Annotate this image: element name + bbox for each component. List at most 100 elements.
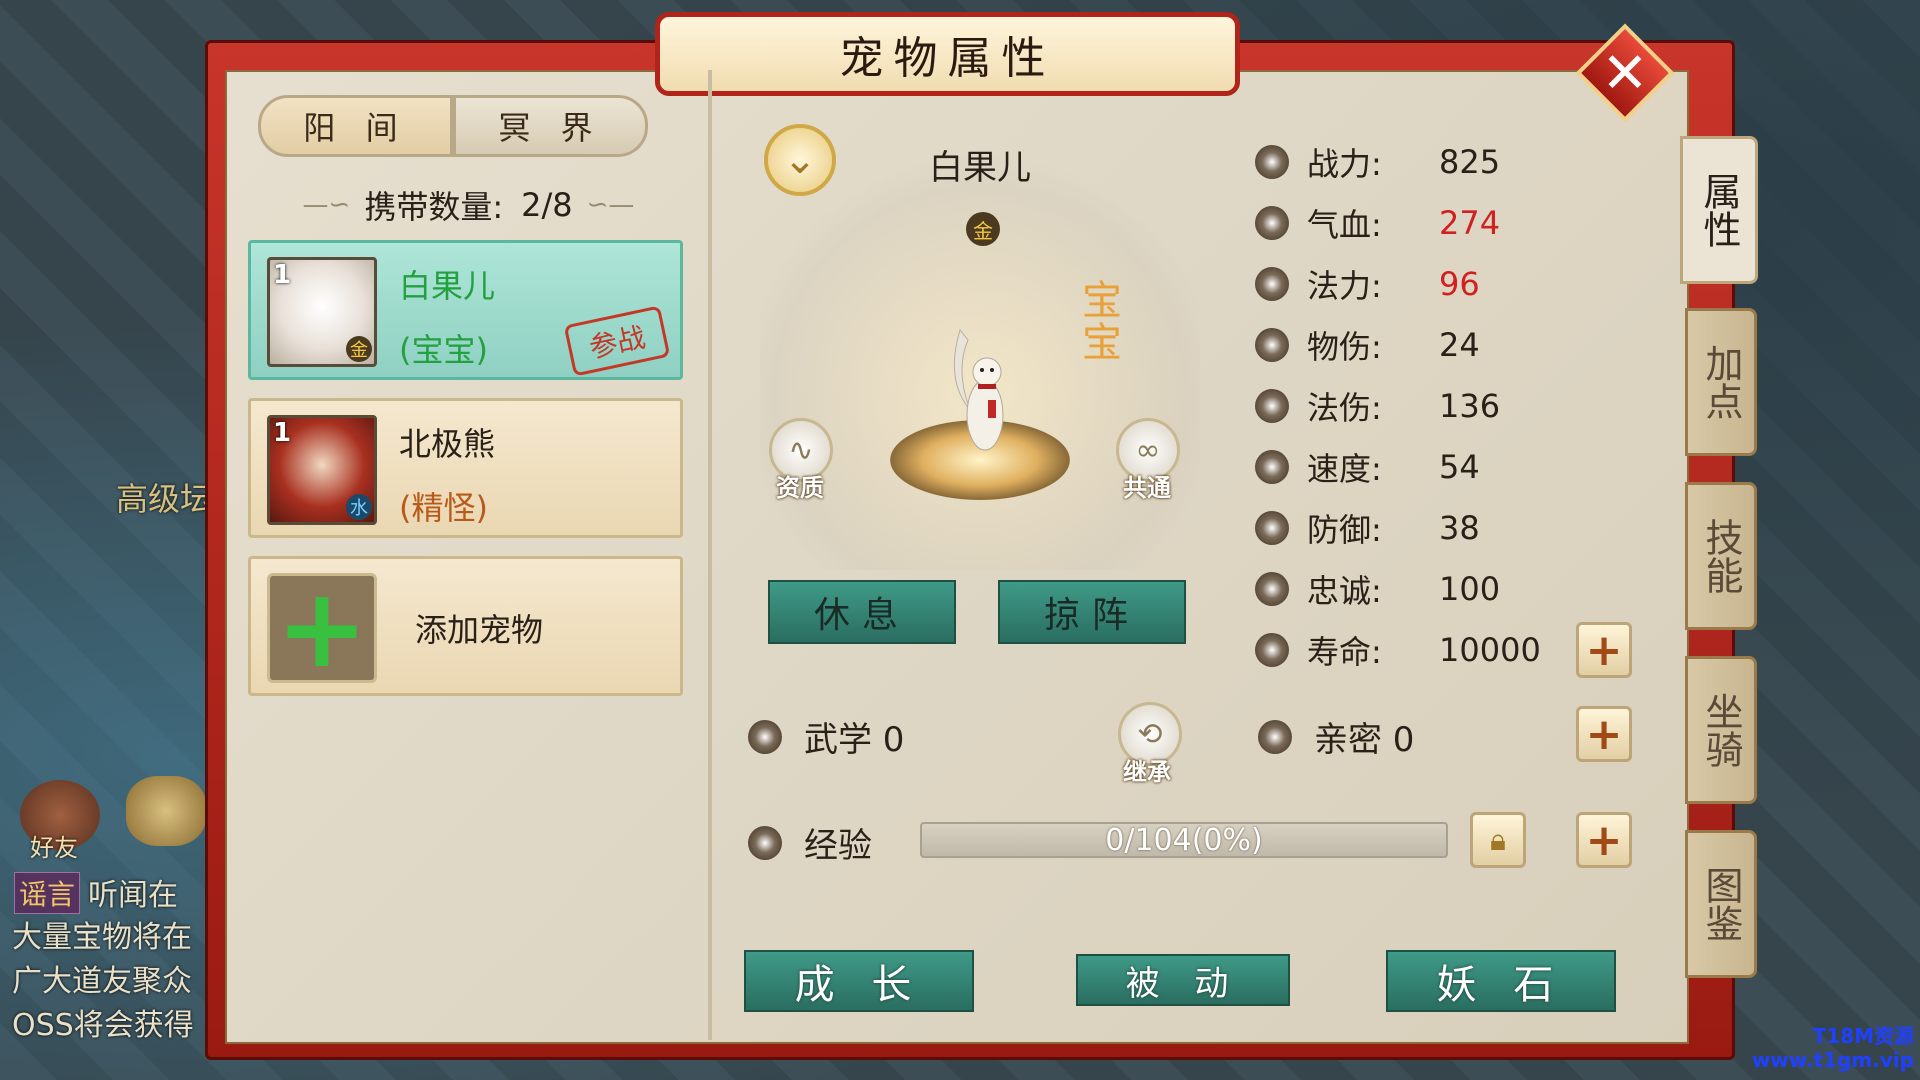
side-tab-label: 属性 [1697, 172, 1741, 248]
chevron-down-icon: ⌄ [783, 137, 817, 183]
physical-attack-icon [1255, 328, 1289, 362]
martial-row: 武学 0 [748, 712, 904, 761]
side-tab-label: 坐骑 [1699, 692, 1743, 768]
side-tab-attributes[interactable]: 属性 [1680, 136, 1758, 284]
power-icon [1255, 145, 1289, 179]
friend-label: 好友 [30, 834, 78, 862]
speed-icon [1255, 450, 1289, 484]
close-icon: ✕ [1601, 40, 1649, 106]
add-plus-icon: + [267, 573, 377, 683]
world-location-text: 高级坛 [116, 480, 213, 518]
ornament-right-icon: ∽— [586, 190, 635, 220]
chat-channel-tag: 谣言 [14, 872, 81, 914]
side-tab-handbook[interactable]: 图鉴 [1685, 830, 1757, 978]
chat-line: 听闻在 [88, 878, 178, 913]
stat-label: 防御: [1307, 511, 1382, 549]
side-tab-mount[interactable]: 坐骑 [1685, 656, 1757, 804]
watermark-line-1: T18M资源 [1812, 1024, 1914, 1048]
selected-pet-name: 白果儿 [929, 148, 1031, 188]
side-tab-skills[interactable]: 技能 [1685, 482, 1757, 630]
pet-selector-dropdown[interactable]: ⌄ [764, 124, 836, 196]
plus-icon: + [1585, 814, 1623, 866]
tab-yangjian[interactable]: 阳 间 [258, 95, 453, 157]
tab-mingjie[interactable]: 冥 界 [453, 95, 648, 157]
side-tab-add-points[interactable]: 加点 [1685, 308, 1757, 456]
lock-button[interactable]: 🔒︎ [1470, 812, 1526, 868]
intimacy-add-button[interactable]: + [1576, 706, 1632, 762]
side-tab-label: 加点 [1699, 344, 1743, 420]
carry-value: 2/8 [521, 186, 573, 224]
heart-icon [1258, 719, 1292, 754]
experience-bar: 0/104(0%) [920, 822, 1448, 858]
lifespan-icon [1255, 633, 1289, 667]
stat-row: 物伤: 24 [1255, 320, 1480, 370]
experience-text: 0/104(0%) [1105, 822, 1263, 858]
stat-label: 寿命: [1307, 633, 1382, 671]
refresh-icon: ⟲ [1137, 716, 1163, 752]
stat-value: 54 [1439, 448, 1480, 486]
stat-label: 气血: [1307, 206, 1382, 244]
pet-model [953, 328, 1004, 451]
side-tab-label: 技能 [1699, 518, 1743, 594]
pulse-icon: ∿ [788, 432, 814, 468]
pet-type: (精怪) [399, 489, 488, 527]
hp-icon [1255, 206, 1289, 240]
stat-label: 物伤: [1307, 328, 1382, 366]
pet-level: 1 [273, 418, 292, 448]
intimacy-label: 亲密 0 [1314, 720, 1415, 760]
stat-value: 10000 [1439, 631, 1541, 669]
pet-element-badge: 水 [346, 494, 372, 520]
stat-value: 38 [1439, 509, 1480, 547]
pet-level: 1 [273, 260, 292, 290]
stat-label: 速度: [1307, 450, 1382, 488]
stat-label: 法伤: [1307, 389, 1382, 427]
passive-button[interactable]: 被 动 [1076, 954, 1290, 1006]
pet-type: (宝宝) [399, 331, 488, 369]
loyalty-icon [1255, 572, 1289, 606]
watermark-line-2: www.t1gm.vip [1751, 1048, 1914, 1072]
stat-value: 24 [1439, 326, 1480, 364]
pet-element-badge: 金 [346, 336, 372, 362]
stat-row: 寿命: 10000 [1255, 625, 1541, 675]
stat-value: 136 [1439, 387, 1501, 425]
column-divider [708, 70, 712, 1040]
pet-list-item-beijixiong[interactable]: 1 水 北极熊 (精怪) [248, 398, 683, 538]
stat-value: 825 [1439, 143, 1501, 181]
carry-label: 携带数量: [364, 188, 504, 226]
watermark: T18M资源 www.t1gm.vip [1752, 1024, 1914, 1072]
plus-icon: + [1585, 708, 1623, 760]
ornament-left-icon: —∽ [302, 190, 351, 220]
pet-list-item-baiguoer[interactable]: 1 金 白果儿 (宝宝) 参战 [248, 240, 683, 380]
demon-stone-button[interactable]: 妖 石 [1386, 950, 1616, 1012]
rest-button[interactable]: 休息 [768, 580, 956, 644]
mana-icon [1255, 267, 1289, 301]
stat-row: 法伤: 136 [1255, 381, 1500, 431]
pet-element-badge: 金 [966, 212, 1000, 246]
stat-value: 274 [1439, 204, 1501, 242]
stat-value: 96 [1439, 265, 1480, 303]
defense-icon [1255, 511, 1289, 545]
add-pet-label: 添加宠物 [415, 611, 544, 649]
growth-button[interactable]: 成 长 [744, 950, 974, 1012]
stat-value: 100 [1439, 570, 1501, 608]
martial-label: 武学 0 [804, 720, 905, 760]
experience-add-button[interactable]: + [1576, 812, 1632, 868]
add-pet-button[interactable]: + 添加宠物 [248, 556, 683, 696]
carry-count: —∽ 携带数量: 2/8 ∽— [246, 182, 691, 228]
lifespan-add-button[interactable]: + [1576, 622, 1632, 678]
stat-row: 速度: 54 [1255, 442, 1480, 492]
experience-icon [748, 825, 782, 860]
magic-attack-icon [1255, 389, 1289, 423]
pet-avatar: 1 金 [267, 257, 377, 367]
experience-label: 经验 [804, 826, 872, 866]
stat-row: 忠诚: 100 [1255, 564, 1500, 614]
battle-stamp: 参战 [563, 305, 671, 377]
pet-name: 白果儿 [399, 267, 496, 305]
stat-row: 法力: 96 [1255, 259, 1480, 309]
chat-line: OSS将会获得 [12, 1008, 194, 1043]
side-tab-label: 图鉴 [1699, 866, 1743, 942]
stat-row: 气血: 274 [1255, 198, 1500, 248]
stat-row: 战力: 825 [1255, 137, 1500, 187]
formation-button[interactable]: 掠阵 [998, 580, 1186, 644]
chat-bubble-icon[interactable] [126, 776, 206, 846]
